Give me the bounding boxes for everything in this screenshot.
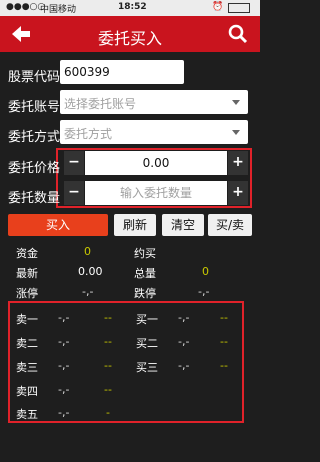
sell-1-price: -,-: [58, 311, 70, 324]
chevron-down-icon: [232, 130, 240, 135]
total-label: 总量: [134, 267, 156, 280]
stock-code-input[interactable]: 600399: [60, 60, 184, 84]
page-title: 委托买入: [97, 29, 162, 48]
sell-2-volume: --: [104, 335, 112, 348]
quantity-stepper[interactable]: − 输入委托数量 +: [64, 181, 248, 205]
quantity-minus-button[interactable]: −: [64, 181, 84, 205]
sell-5-label: 卖五: [16, 408, 38, 421]
total-value: 0: [202, 265, 209, 278]
sell-5-price: -,-: [58, 406, 70, 419]
price-label: 委托价格: [8, 161, 61, 176]
funds-value: 0: [84, 245, 91, 258]
buy-sell-button[interactable]: 买/卖: [208, 214, 252, 236]
sell-1-label: 卖一: [16, 313, 38, 326]
limit-up-value: -,-: [82, 285, 94, 298]
title-bar: 委托买入: [0, 16, 260, 52]
buy-3-label: 买三: [136, 361, 158, 374]
account-label: 委托账号: [8, 100, 61, 115]
sell-3-volume: --: [104, 359, 112, 372]
clock: 18:52: [118, 2, 147, 12]
limit-down-value: -,-: [198, 285, 210, 298]
method-placeholder: 委托方式: [64, 127, 113, 141]
carrier-label: 中国移动: [40, 5, 77, 15]
price-minus-button[interactable]: −: [64, 151, 84, 175]
clear-button[interactable]: 清空: [162, 214, 204, 236]
method-label: 委托方式: [8, 130, 61, 145]
account-placeholder: 选择委托账号: [64, 97, 137, 111]
battery-icon: [228, 3, 250, 13]
sell-5-volume: -: [106, 406, 110, 419]
sell-2-label: 卖二: [16, 337, 38, 350]
sell-3-price: -,-: [58, 359, 70, 372]
sell-1-volume: --: [104, 311, 112, 324]
approx-buy-label: 约买: [134, 247, 156, 260]
latest-label: 最新: [16, 267, 38, 280]
quantity-plus-button[interactable]: +: [228, 181, 248, 205]
alarm-icon: ⏰: [212, 2, 224, 12]
funds-label: 资金: [16, 247, 38, 260]
buy-1-volume: --: [220, 311, 228, 324]
latest-value: 0.00: [78, 265, 103, 278]
stock-code-label: 股票代码: [8, 70, 61, 85]
search-icon[interactable]: [228, 24, 248, 44]
limit-up-label: 涨停: [16, 287, 38, 300]
buy-button[interactable]: 买入: [8, 214, 108, 236]
sell-2-price: -,-: [58, 335, 70, 348]
account-select[interactable]: 选择委托账号: [60, 90, 248, 114]
buy-3-volume: --: [220, 359, 228, 372]
sell-3-label: 卖三: [16, 361, 38, 374]
price-stepper[interactable]: − 0.00 +: [64, 151, 248, 175]
buy-2-volume: --: [220, 335, 228, 348]
buy-2-label: 买二: [136, 337, 158, 350]
sell-4-price: -,-: [58, 383, 70, 396]
sell-4-label: 卖四: [16, 385, 38, 398]
price-input[interactable]: 0.00: [85, 151, 227, 175]
sell-4-volume: --: [104, 383, 112, 396]
status-bar: ●●●○○ 中国移动 18:52 ⏰: [0, 0, 260, 16]
refresh-button[interactable]: 刷新: [114, 214, 156, 236]
highlight-box-orderbook: [8, 301, 244, 423]
quantity-label: 委托数量: [8, 191, 61, 206]
buy-2-price: -,-: [178, 335, 190, 348]
buy-3-price: -,-: [178, 359, 190, 372]
limit-down-label: 跌停: [134, 287, 156, 300]
quantity-input[interactable]: 输入委托数量: [85, 181, 227, 205]
chevron-down-icon: [232, 100, 240, 105]
method-select[interactable]: 委托方式: [60, 120, 248, 144]
stock-code-value: 600399: [64, 65, 110, 79]
buy-1-label: 买一: [136, 313, 158, 326]
price-plus-button[interactable]: +: [228, 151, 248, 175]
buy-1-price: -,-: [178, 311, 190, 324]
